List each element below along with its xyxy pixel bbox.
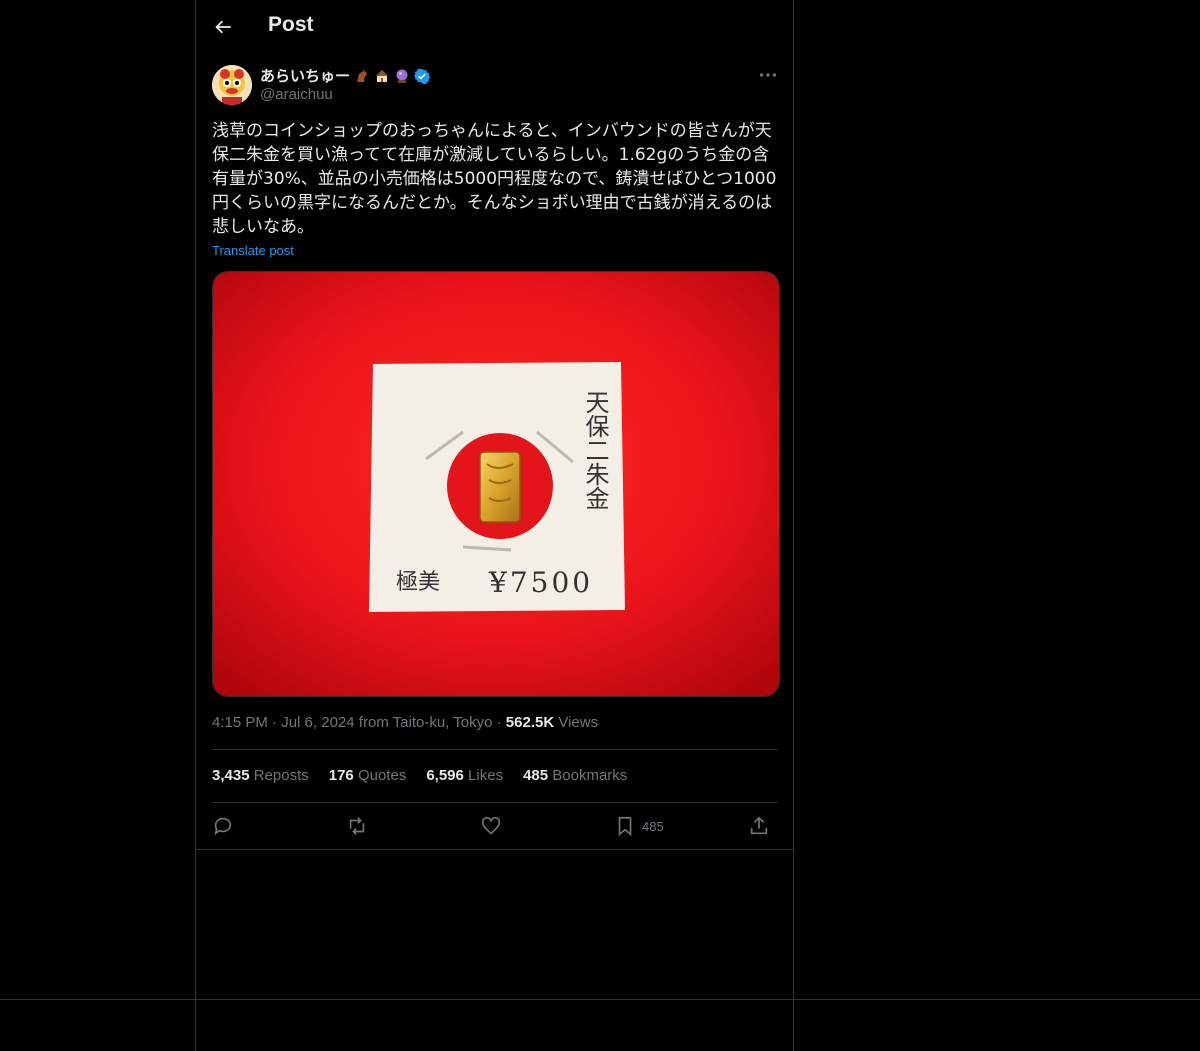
more-options-icon[interactable] xyxy=(757,64,779,86)
page-bottom-divider xyxy=(0,999,1200,1000)
house-emoji xyxy=(376,69,389,82)
avatar-image xyxy=(212,65,252,105)
price-label: ¥7500 xyxy=(488,566,593,599)
post-bottom-border xyxy=(196,849,793,850)
card-title-vertical: 天保二朱金 xyxy=(581,390,609,510)
like-button[interactable] xyxy=(480,814,502,838)
reposts-stat[interactable]: 3,435 Reposts xyxy=(212,767,309,784)
horse-emoji xyxy=(357,68,368,82)
post-header: Post xyxy=(196,0,793,53)
page-title: Post xyxy=(268,13,314,36)
quotes-count: 176 xyxy=(328,767,354,784)
likes-label: Likes xyxy=(468,767,504,784)
likes-count: 6,596 xyxy=(426,767,464,784)
views-count: 562.5K xyxy=(505,714,555,731)
post-image[interactable]: 天保二朱金 極美 ¥7500 xyxy=(212,271,780,697)
share-button[interactable] xyxy=(748,814,770,838)
divider xyxy=(212,749,778,750)
bookmark-button[interactable]: 485 xyxy=(614,814,664,838)
author-name-row[interactable]: あらいちゅー xyxy=(260,65,431,86)
meta-dot: · xyxy=(272,714,282,731)
gold-coin xyxy=(479,451,521,523)
bookmark-icon xyxy=(618,816,632,837)
coin-photo: 天保二朱金 極美 ¥7500 xyxy=(213,272,779,696)
repost-icon xyxy=(349,817,365,835)
post-meta: 4:15 PM · Jul 6, 2024 from Taito-ku, Tok… xyxy=(212,714,598,731)
action-bar: 485 xyxy=(212,814,778,838)
likes-stat[interactable]: 6,596 Likes xyxy=(426,767,503,784)
verified-badge-icon xyxy=(414,68,431,84)
reposts-label: Reposts xyxy=(253,767,309,784)
quotes-stat[interactable]: 176 Quotes xyxy=(329,767,407,784)
arrow-left-icon[interactable] xyxy=(212,16,234,38)
reposts-count: 3,435 xyxy=(212,767,250,784)
heart-icon xyxy=(481,816,501,835)
quotes-label: Quotes xyxy=(357,767,407,784)
repost-button[interactable] xyxy=(346,814,368,838)
reply-button[interactable] xyxy=(212,814,234,838)
author-handle[interactable]: @araichuu xyxy=(260,86,333,103)
post-column: Post あらいちゅー @araichuu 浅草のコインショップのおっちゃんによ… xyxy=(195,0,794,1051)
bookmarks-count: 485 xyxy=(523,767,549,784)
translate-post-link[interactable]: Translate post xyxy=(212,243,294,258)
post-text: 浅草のコインショップのおっちゃんによると、インバウンドの皆さんが天保二朱金を買い… xyxy=(212,121,777,237)
post-time[interactable]: 4:15 PM xyxy=(212,714,268,731)
reply-icon xyxy=(214,817,232,836)
views-label: Views xyxy=(558,714,599,731)
bookmarks-stat[interactable]: 485 Bookmarks xyxy=(523,767,627,784)
share-icon xyxy=(750,816,768,835)
crystal-ball-emoji xyxy=(396,69,408,83)
grade-label: 極美 xyxy=(396,570,440,595)
divider xyxy=(212,802,778,803)
meta-dot: · xyxy=(496,714,506,731)
avatar[interactable] xyxy=(212,65,252,105)
engagement-stats: 3,435 Reposts 176 Quotes 6,596 Likes 485… xyxy=(212,767,627,784)
author-display-name[interactable]: あらいちゅー xyxy=(260,65,350,86)
bookmark-count: 485 xyxy=(642,818,664,834)
post-date-location[interactable]: Jul 6, 2024 from Taito-ku, Tokyo xyxy=(281,714,492,731)
bookmarks-label: Bookmarks xyxy=(552,767,628,784)
